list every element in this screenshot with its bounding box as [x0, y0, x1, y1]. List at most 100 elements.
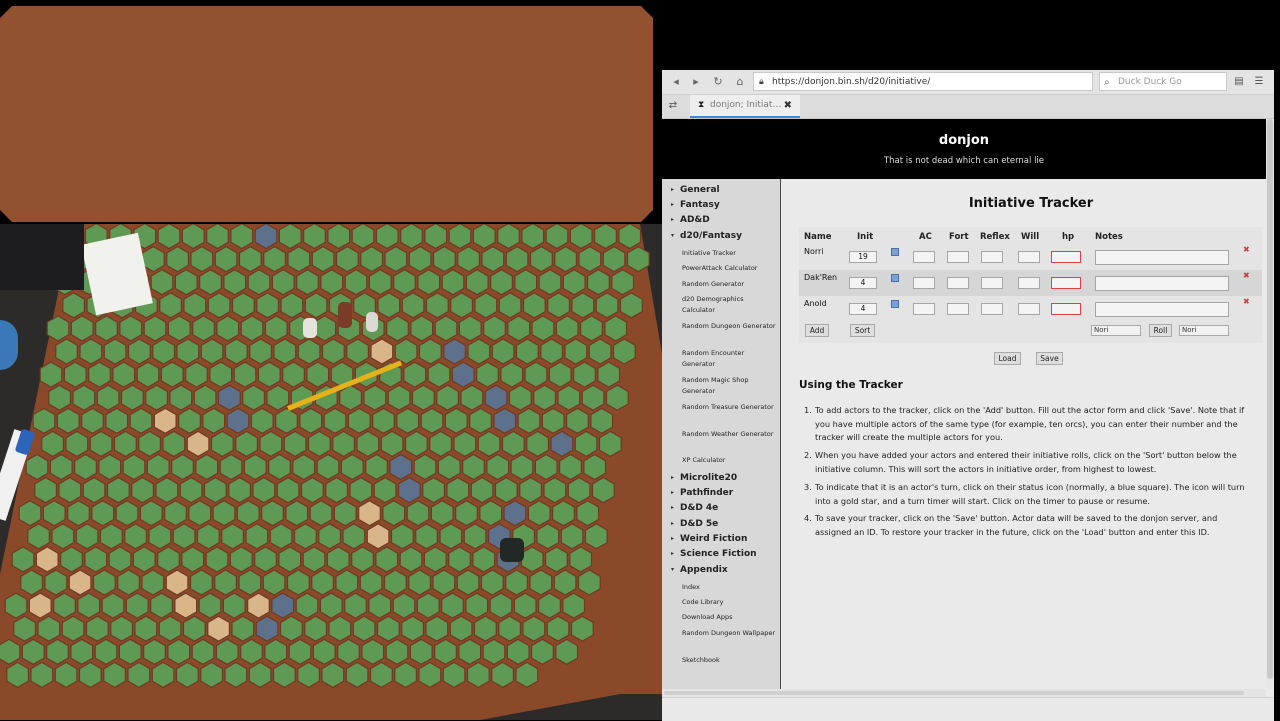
sidebar-item-d20-fantasy[interactable]: ▾ d20/Fantasy — [671, 231, 742, 241]
actor-name[interactable]: Dak'Ren — [804, 273, 837, 282]
sidebar-item-add[interactable]: ▸ AD&D — [671, 215, 710, 225]
actor-name[interactable]: Norri — [804, 247, 824, 256]
hex-tile — [271, 269, 295, 296]
hex-tile — [411, 384, 435, 411]
sidebar-item-general[interactable]: ▸ General — [671, 185, 720, 195]
reflex-input[interactable] — [981, 251, 1003, 263]
notes-input[interactable] — [1095, 250, 1229, 265]
sidebar-link[interactable]: Random Dungeon Generator — [682, 321, 778, 332]
hex-tile — [514, 269, 538, 296]
hp-input[interactable] — [1051, 251, 1081, 263]
reflex-input[interactable] — [981, 277, 1003, 289]
sidebar-link[interactable]: Sketchbook — [682, 655, 778, 666]
sidebar-item-appendix[interactable]: ▾ Appendix — [671, 565, 728, 575]
sidebar-link[interactable]: Random Weather Generator — [682, 429, 778, 440]
status-square-icon[interactable] — [891, 274, 899, 282]
sidebar-link[interactable]: Random Treasure Generator — [682, 402, 778, 413]
status-square-icon[interactable] — [891, 248, 899, 256]
fort-input[interactable] — [947, 303, 969, 315]
sidebar-link[interactable]: d20 Demographics Calculator — [682, 294, 778, 316]
hp-input[interactable] — [1051, 303, 1081, 315]
hex-tile — [327, 224, 351, 250]
add-button[interactable]: Add — [805, 324, 829, 337]
hex-tile — [312, 638, 336, 665]
sort-button[interactable]: Sort — [850, 324, 875, 337]
hex-tile — [65, 430, 89, 458]
roll-target-select[interactable]: Nori — [1179, 325, 1229, 336]
sidebar-link[interactable]: Initiative Tracker — [682, 248, 778, 259]
sidebar-link[interactable]: Code Library — [682, 597, 778, 608]
delete-icon[interactable]: ✖ — [1243, 271, 1250, 280]
will-input[interactable] — [1018, 277, 1040, 289]
init-input[interactable]: 19 — [849, 251, 877, 263]
sidebar-item-fantasy[interactable]: ▸ Fantasy — [671, 200, 720, 210]
tab-list-icon[interactable]: ⇄ — [666, 99, 680, 113]
roll-actor-select[interactable]: Nori — [1091, 325, 1141, 336]
sidebar-link[interactable]: Random Dungeon Wallpaper — [682, 628, 778, 639]
forward-icon[interactable]: ▸ — [688, 74, 704, 90]
hex-tile — [250, 407, 274, 434]
sidebar-link[interactable]: Random Encounter Generator — [682, 348, 778, 370]
roll-button[interactable]: Roll — [1149, 324, 1172, 337]
sidebar-link[interactable]: Random Magic Shop Generator — [682, 375, 778, 397]
sidebar-item-microlite20[interactable]: ▸ Microlite20 — [671, 473, 737, 483]
horizontal-scrollbar[interactable] — [662, 689, 1266, 697]
will-input[interactable] — [1018, 251, 1040, 263]
status-square-icon[interactable] — [891, 300, 899, 308]
scroll-thumb[interactable] — [664, 691, 1244, 695]
sidebar-link[interactable]: Random Generator — [682, 279, 778, 290]
address-bar[interactable]: 🔒︎ https://donjon.bin.sh/d20/initiative/ — [753, 72, 1093, 91]
sidebar-item-dnd-4e[interactable]: ▸ D&D 4e — [671, 503, 718, 513]
hex-tile — [368, 269, 392, 296]
hex-tile — [517, 407, 541, 434]
hex-tile — [519, 476, 543, 504]
notes-input[interactable] — [1095, 276, 1229, 291]
tab-donjon[interactable]: ⧗ donjon; Initiat… ✖ — [690, 95, 800, 118]
sidebar-item-dnd-5e[interactable]: ▸ D&D 5e — [671, 519, 718, 529]
hex-tile — [297, 661, 320, 689]
init-input[interactable]: 4 — [849, 277, 877, 289]
init-input[interactable]: 4 — [849, 303, 877, 315]
site-title[interactable]: donjon — [662, 133, 1266, 148]
ac-input[interactable] — [913, 251, 935, 263]
hex-tile — [541, 407, 565, 434]
back-icon[interactable]: ◂ — [668, 74, 684, 90]
hex-tile — [401, 292, 425, 319]
fort-input[interactable] — [947, 277, 969, 289]
sidebar-item-science-fiction[interactable]: ▸ Science Fiction — [671, 549, 757, 559]
ac-input[interactable] — [913, 277, 935, 289]
sidebar-item-weird-fiction[interactable]: ▸ Weird Fiction — [671, 534, 747, 544]
menu-icon[interactable]: ☰ — [1252, 75, 1266, 89]
actor-name[interactable]: Anold — [804, 299, 827, 308]
delete-icon[interactable]: ✖ — [1243, 245, 1250, 254]
sidebar-link[interactable]: Index — [682, 582, 778, 593]
fort-input[interactable] — [947, 251, 969, 263]
sidebar-link[interactable]: XP Calculator — [682, 455, 778, 466]
bookmarks-icon[interactable]: ▤ — [1232, 75, 1246, 89]
notes-input[interactable] — [1095, 302, 1229, 317]
sidebar-link[interactable]: Download Apps — [682, 612, 778, 623]
sidebar-link[interactable]: PowerAttack Calculator — [682, 263, 778, 274]
hex-tile — [155, 476, 179, 504]
hex-tile — [288, 638, 312, 665]
hex-tile — [247, 592, 270, 619]
hp-input[interactable] — [1051, 277, 1081, 289]
close-tab-icon[interactable]: ✖ — [784, 95, 792, 116]
hex-tile — [283, 430, 307, 458]
reflex-input[interactable] — [981, 303, 1003, 315]
hex-tile — [342, 523, 366, 550]
home-icon[interactable]: ⌂ — [732, 74, 748, 90]
load-button[interactable]: Load — [994, 352, 1021, 365]
collapsed-arrow-icon: ▸ — [671, 201, 675, 208]
sidebar-item-pathfinder[interactable]: ▸ Pathfinder — [671, 488, 733, 498]
ac-input[interactable] — [913, 303, 935, 315]
hex-tile — [231, 615, 255, 642]
delete-icon[interactable]: ✖ — [1243, 297, 1250, 306]
save-button[interactable]: Save — [1036, 352, 1063, 365]
hex-tile — [77, 592, 101, 619]
hex-tile — [385, 638, 409, 665]
search-input[interactable]: ⌕ Duck Duck Go — [1099, 72, 1227, 91]
reload-icon[interactable]: ↻ — [710, 74, 726, 90]
will-input[interactable] — [1018, 303, 1040, 315]
hex-tile — [18, 500, 42, 527]
